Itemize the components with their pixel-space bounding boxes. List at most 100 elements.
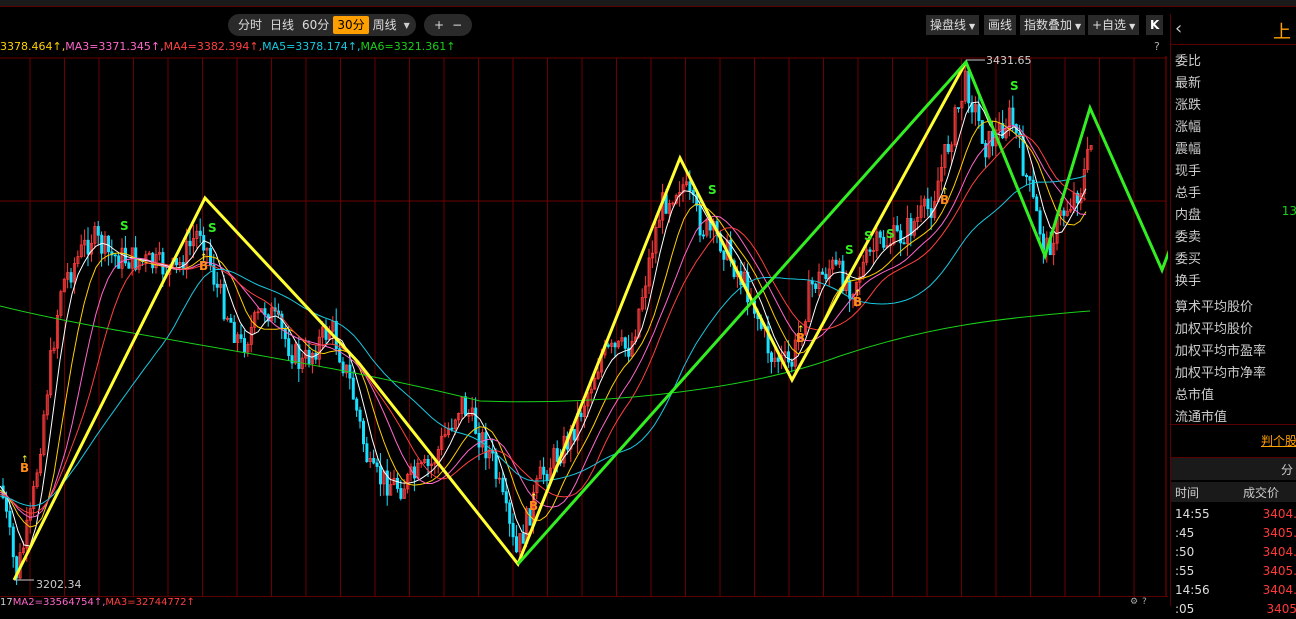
quote-field-label: 震幅 xyxy=(1175,142,1202,157)
quote-field-label: 加权平均市盈率 xyxy=(1175,344,1267,359)
zoom-out-button[interactable]: − xyxy=(448,16,466,34)
candle-body xyxy=(358,409,362,422)
sell-signal-label: S xyxy=(120,219,129,233)
candle-body xyxy=(899,230,903,244)
index-title: 上 xyxy=(1273,22,1291,43)
trade-row: :05 3405 xyxy=(1171,601,1296,619)
trade-row: :45 3405. xyxy=(1171,525,1296,543)
period-tab[interactable]: 60分 xyxy=(298,16,333,34)
zoom-controls: + − xyxy=(424,14,473,36)
ma-line-cyan xyxy=(0,175,1087,507)
candle-body xyxy=(1025,174,1029,178)
candle-body xyxy=(545,473,549,481)
candle-body xyxy=(613,342,617,348)
candle-body xyxy=(957,107,961,109)
candle-body xyxy=(702,234,706,237)
draw-line-label: 画线 xyxy=(988,18,1013,32)
period-tab[interactable]: 日线 xyxy=(266,16,298,34)
chevron-down-icon: ▼ xyxy=(969,22,976,31)
sell-signal-label: S xyxy=(1010,79,1019,93)
trade-row: :55 3405. xyxy=(1171,563,1296,581)
candle-body xyxy=(1028,176,1032,181)
candle-body xyxy=(239,334,243,339)
divider xyxy=(1171,424,1296,425)
candle-body xyxy=(926,198,930,209)
candle-body xyxy=(623,337,627,349)
trade-time: :55 xyxy=(1175,564,1195,578)
candle-body xyxy=(365,443,369,463)
candle-body xyxy=(463,396,467,416)
ma-legend-item: MA6=3321.361↑ xyxy=(360,40,456,53)
sell-signal-label: S xyxy=(208,221,217,235)
candle-body xyxy=(375,462,379,467)
candle-body xyxy=(188,240,192,247)
candle-body xyxy=(127,262,131,269)
candle-body xyxy=(1021,136,1025,176)
trade-time: 14:56 xyxy=(1175,583,1210,597)
top-strip xyxy=(0,0,1296,7)
candle-body xyxy=(222,284,226,320)
chevron-down-icon: ▼ xyxy=(1129,22,1136,31)
period-tab[interactable]: 分时 xyxy=(234,16,266,34)
trade-price: 3404. xyxy=(1262,545,1296,559)
candle-body xyxy=(198,230,202,236)
candle-body xyxy=(868,249,872,252)
help-icon[interactable]: ? xyxy=(1154,40,1160,53)
candle-body xyxy=(263,308,267,316)
trade-table-header: 时间 成交价 xyxy=(1171,482,1296,502)
candle-body xyxy=(412,466,416,479)
trade-time: 14:55 xyxy=(1175,507,1210,521)
candle-body xyxy=(688,181,692,191)
candle-body xyxy=(287,338,291,356)
candle-body xyxy=(215,283,219,288)
candle-body xyxy=(606,344,610,347)
candle-body xyxy=(372,458,376,464)
trade-price: 3405. xyxy=(1262,564,1296,578)
candle-body xyxy=(361,420,365,445)
candle-body xyxy=(450,427,454,430)
candle-body xyxy=(86,239,90,255)
candle-body xyxy=(151,252,155,269)
section-tab[interactable]: 分 xyxy=(1281,461,1293,478)
candle-body xyxy=(242,338,246,353)
col-price: 成交价 xyxy=(1243,486,1280,500)
quote-field-label: 换手 xyxy=(1175,274,1202,289)
buy-signal-label: B xyxy=(853,295,862,309)
candle-body xyxy=(399,488,403,499)
trading-line-label: 操盘线 xyxy=(930,18,967,32)
back-arrow-icon[interactable]: ‹ xyxy=(1175,18,1182,39)
trade-time: :50 xyxy=(1175,545,1195,559)
buy-signal-label: B xyxy=(529,499,538,513)
judge-stock-link[interactable]: 判个股 xyxy=(1261,432,1296,449)
quote-field-label: 涨幅 xyxy=(1175,120,1202,135)
quote-field-label: 内盘 xyxy=(1175,208,1202,223)
trade-price: 3405 xyxy=(1266,602,1296,616)
draw-line-button[interactable]: 画线 xyxy=(984,15,1017,35)
candle-body xyxy=(821,271,825,275)
trading-line-button[interactable]: 操盘线 ▼ xyxy=(926,15,980,35)
candle-body xyxy=(11,526,15,558)
sell-signal-label: S xyxy=(708,183,717,197)
candle-body xyxy=(834,259,838,265)
quote-field-label: 现手 xyxy=(1175,164,1202,179)
index-overlay-button[interactable]: 指数叠加 ▼ xyxy=(1020,15,1086,35)
candle-body xyxy=(776,357,780,362)
collapse-panel-icon[interactable]: K xyxy=(1146,15,1164,35)
period-tab[interactable]: 30分 xyxy=(333,16,369,34)
trade-row: 14:56 3404. xyxy=(1171,582,1296,600)
trade-row: 14:55 3404. xyxy=(1171,506,1296,524)
volume-legend-item: 17 xyxy=(0,597,13,608)
candle-body xyxy=(117,255,121,269)
zoom-in-button[interactable]: + xyxy=(430,16,448,34)
chevron-down-icon: ▼ xyxy=(1075,22,1082,31)
candle-body xyxy=(810,280,814,285)
candle-body xyxy=(722,250,726,260)
watchlist-button[interactable]: +自选 ▼ xyxy=(1088,15,1140,35)
quote-field-label: 委比 xyxy=(1175,54,1202,69)
candle-body xyxy=(814,283,818,289)
period-tab[interactable]: 周线 xyxy=(369,16,401,34)
candle-body xyxy=(511,522,515,538)
quote-field-label: 最新 xyxy=(1175,76,1202,91)
candlestick-chart[interactable]: 3431.653202.34↑B↑B↑B↑B↑B↑BS SSSS SS xyxy=(0,56,1168,596)
candle-body xyxy=(501,477,505,493)
